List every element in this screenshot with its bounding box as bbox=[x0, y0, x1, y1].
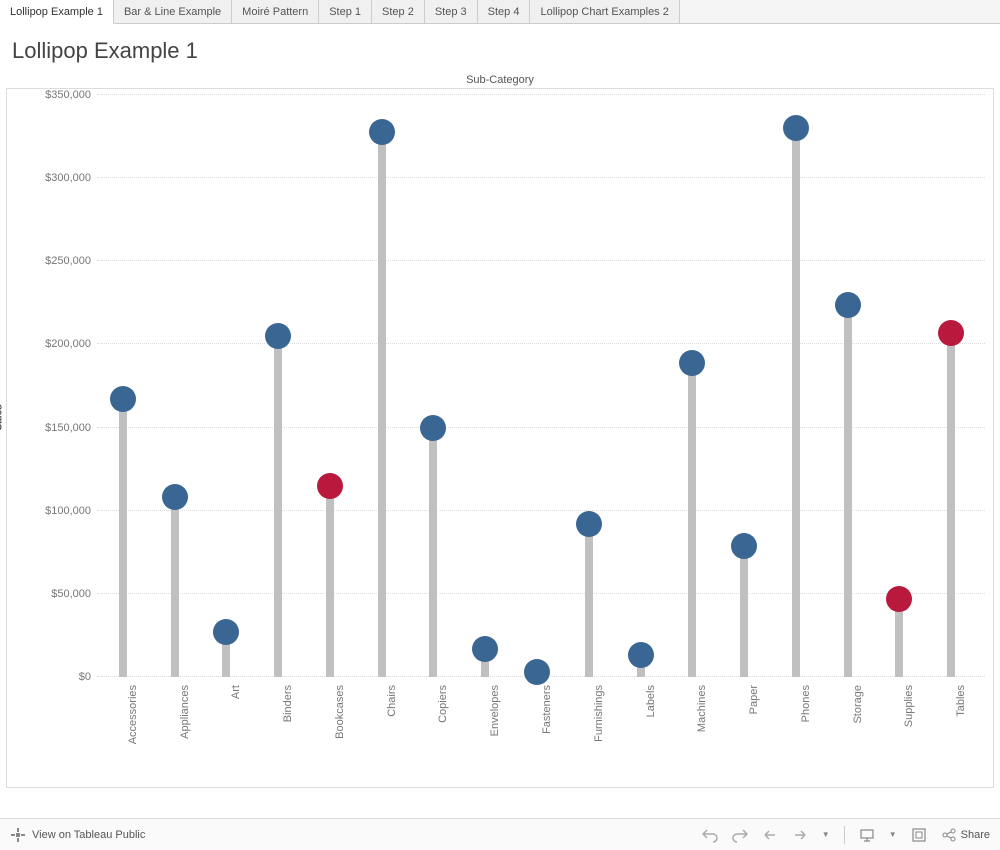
tab-step-3[interactable]: Step 3 bbox=[425, 0, 478, 23]
y-tick-label: $300,000 bbox=[45, 172, 91, 184]
lollipop-dot[interactable] bbox=[679, 350, 705, 376]
toolbar-divider bbox=[844, 826, 845, 844]
lollipop-dot[interactable] bbox=[938, 320, 964, 346]
lollipop-dot[interactable] bbox=[886, 586, 912, 612]
footer-toolbar: View on Tableau Public ▼ ▼ Share bbox=[0, 818, 1000, 850]
lollipop-stem bbox=[585, 524, 593, 677]
x-tick-label: Copiers bbox=[437, 685, 449, 723]
y-tick-label: $50,000 bbox=[51, 588, 91, 600]
tab-step-1[interactable]: Step 1 bbox=[319, 0, 372, 23]
gridline bbox=[97, 343, 985, 344]
y-tick-label: $200,000 bbox=[45, 338, 91, 350]
y-tick-label: $250,000 bbox=[45, 255, 91, 267]
plot-area: $0$50,000$100,000$150,000$200,000$250,00… bbox=[97, 97, 985, 677]
lollipop-stem bbox=[171, 497, 179, 677]
x-tick-label: Chairs bbox=[386, 685, 398, 717]
view-on-tableau-link[interactable]: View on Tableau Public bbox=[10, 827, 145, 843]
gridline bbox=[97, 593, 985, 594]
x-tick-label: Furnishings bbox=[593, 685, 605, 742]
y-tick-label: $350,000 bbox=[45, 89, 91, 101]
chart-area: Sales $0$50,000$100,000$150,000$200,000$… bbox=[6, 88, 994, 788]
lollipop-stem bbox=[792, 128, 800, 677]
x-tick-label: Accessories bbox=[127, 685, 139, 744]
lollipop-dot[interactable] bbox=[162, 484, 188, 510]
tableau-logo-icon bbox=[10, 827, 26, 843]
lollipop-dot[interactable] bbox=[731, 533, 757, 559]
view-on-tableau-label: View on Tableau Public bbox=[32, 829, 145, 841]
x-tick-label: Tables bbox=[955, 685, 967, 717]
lollipop-stem bbox=[274, 336, 282, 677]
x-tick-label: Fasteners bbox=[541, 685, 553, 734]
tab-step-2[interactable]: Step 2 bbox=[372, 0, 425, 23]
lollipop-dot[interactable] bbox=[110, 386, 136, 412]
x-tick-label: Storage bbox=[852, 685, 864, 724]
download-icon[interactable] bbox=[911, 827, 927, 843]
lollipop-stem bbox=[119, 399, 127, 677]
page-title: Lollipop Example 1 bbox=[0, 24, 1000, 74]
y-tick-label: $0 bbox=[79, 671, 91, 683]
revert-icon[interactable] bbox=[762, 827, 778, 843]
gridline bbox=[97, 260, 985, 261]
x-tick-label: Binders bbox=[282, 685, 294, 722]
lollipop-stem bbox=[844, 305, 852, 677]
lollipop-stem bbox=[326, 486, 334, 677]
tab-lollipop-example-1[interactable]: Lollipop Example 1 bbox=[0, 0, 114, 24]
lollipop-stem bbox=[378, 132, 386, 677]
share-button[interactable]: Share bbox=[941, 827, 990, 843]
lollipop-dot[interactable] bbox=[213, 619, 239, 645]
undo-icon[interactable] bbox=[702, 827, 718, 843]
tab-step-4[interactable]: Step 4 bbox=[478, 0, 531, 23]
gridline bbox=[97, 94, 985, 95]
lollipop-dot[interactable] bbox=[576, 511, 602, 537]
lollipop-dot[interactable] bbox=[783, 115, 809, 141]
chart-subtitle: Sub-Category bbox=[6, 74, 994, 88]
gridline bbox=[97, 427, 985, 428]
presentation-icon[interactable] bbox=[859, 827, 875, 843]
x-tick-label: Phones bbox=[800, 685, 812, 722]
replay-icon[interactable] bbox=[792, 827, 808, 843]
lollipop-dot[interactable] bbox=[524, 659, 550, 685]
tab-bar: Lollipop Example 1Bar & Line ExampleMoir… bbox=[0, 0, 1000, 24]
dropdown-caret-icon[interactable]: ▼ bbox=[822, 830, 830, 839]
lollipop-stem bbox=[688, 363, 696, 677]
lollipop-stem bbox=[429, 428, 437, 677]
x-tick-label: Machines bbox=[696, 685, 708, 732]
y-axis-label: Sales bbox=[0, 404, 5, 430]
tab-moir-pattern[interactable]: Moiré Pattern bbox=[232, 0, 319, 23]
lollipop-dot[interactable] bbox=[265, 323, 291, 349]
tab-bar-line-example[interactable]: Bar & Line Example bbox=[114, 0, 232, 23]
x-tick-label: Bookcases bbox=[334, 685, 346, 739]
x-tick-label: Supplies bbox=[903, 685, 915, 727]
lollipop-dot[interactable] bbox=[369, 119, 395, 145]
lollipop-stem bbox=[947, 333, 955, 677]
presentation-caret-icon[interactable]: ▼ bbox=[889, 830, 897, 839]
lollipop-dot[interactable] bbox=[835, 292, 861, 318]
lollipop-dot[interactable] bbox=[628, 642, 654, 668]
y-tick-label: $100,000 bbox=[45, 505, 91, 517]
chart-container: Sub-Category Sales $0$50,000$100,000$150… bbox=[6, 74, 994, 794]
y-tick-label: $150,000 bbox=[45, 422, 91, 434]
redo-icon[interactable] bbox=[732, 827, 748, 843]
lollipop-stem bbox=[740, 546, 748, 677]
lollipop-dot[interactable] bbox=[420, 415, 446, 441]
x-tick-label: Art bbox=[230, 685, 242, 699]
gridline bbox=[97, 177, 985, 178]
x-tick-label: Appliances bbox=[179, 685, 191, 739]
tab-lollipop-chart-examples-2[interactable]: Lollipop Chart Examples 2 bbox=[530, 0, 679, 23]
gridline bbox=[97, 510, 985, 511]
x-tick-label: Envelopes bbox=[489, 685, 501, 736]
share-icon bbox=[941, 827, 957, 843]
x-tick-label: Paper bbox=[748, 685, 760, 714]
share-label: Share bbox=[961, 829, 990, 841]
x-tick-label: Labels bbox=[645, 685, 657, 717]
lollipop-dot[interactable] bbox=[317, 473, 343, 499]
lollipop-dot[interactable] bbox=[472, 636, 498, 662]
